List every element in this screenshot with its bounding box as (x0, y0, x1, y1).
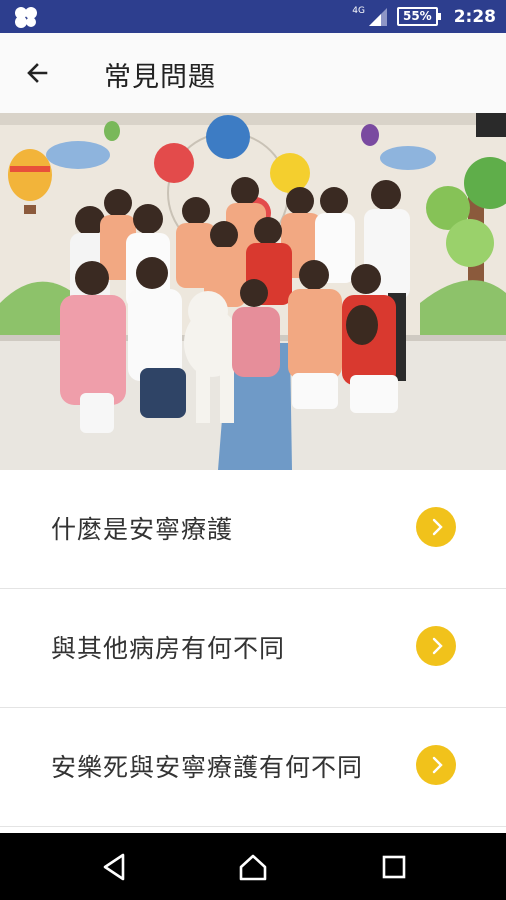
faq-item-euthanasia-vs-hospice[interactable]: 安樂死與安寧療護有何不同 (0, 708, 506, 827)
app-notification-icon (15, 7, 37, 28)
nav-recents-icon[interactable] (378, 851, 410, 883)
signal-icon (368, 7, 387, 26)
back-arrow-icon[interactable] (20, 55, 56, 91)
group-photo (0, 113, 506, 470)
faq-item-difference-from-other-wards[interactable]: 與其他病房有何不同 (0, 589, 506, 708)
network-type: 4G (352, 5, 365, 16)
faq-item-label: 與其他病房有何不同 (51, 634, 286, 663)
status-bar: 4G 55% 2:28 (0, 0, 506, 33)
page-title: 常見問題 (104, 62, 216, 93)
chevron-right-icon (416, 507, 456, 547)
clock: 2:28 (453, 6, 496, 27)
chevron-right-icon (416, 626, 456, 666)
app-bar: 常見問題 (0, 33, 506, 114)
navigation-bar (0, 833, 506, 900)
faq-list: 什麼是安寧療護 與其他病房有何不同 安樂死與安寧療護有何不同 (0, 470, 506, 827)
faq-item-label: 什麼是安寧療護 (51, 515, 234, 544)
chevron-right-icon (416, 745, 456, 785)
nav-home-icon[interactable] (237, 851, 269, 883)
hero-image (0, 113, 506, 470)
faq-item-label: 安樂死與安寧療護有何不同 (51, 753, 364, 782)
battery-indicator: 55% (396, 7, 441, 26)
nav-back-icon[interactable] (99, 851, 131, 883)
faq-item-what-is-hospice-care[interactable]: 什麼是安寧療護 (0, 470, 506, 589)
